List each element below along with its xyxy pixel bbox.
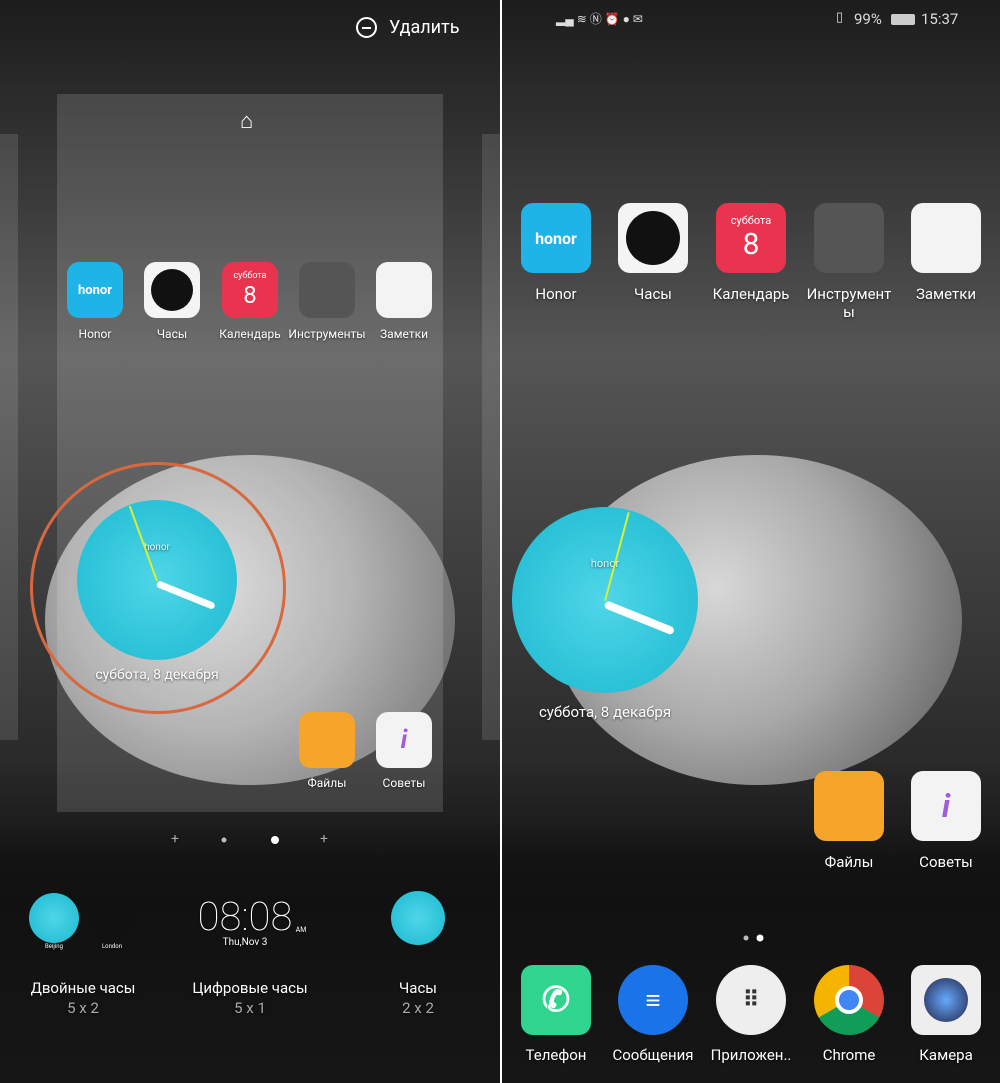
calendar-icon[interactable]: суббота 8 (716, 203, 786, 273)
add-page-icon[interactable]: + (320, 831, 328, 847)
calendar-icon[interactable]: суббота 8 (222, 262, 278, 318)
app-label: Honor (78, 327, 112, 341)
battery-percent: 99% (854, 10, 882, 28)
page-dot-active[interactable] (756, 934, 764, 942)
app-label: Заметки (379, 327, 429, 341)
page-dot-active[interactable] (271, 836, 279, 844)
app-label: Honor (535, 285, 577, 303)
app-label: Советы (919, 853, 973, 871)
clock-icon[interactable] (144, 262, 200, 318)
analog-clock-widget[interactable]: honor (77, 500, 237, 660)
signal-wifi-nfc-alarm-icons: ▂▄ ≋ Ⓝ ⏰ ● ✉ (556, 12, 643, 26)
app-label: Часы (156, 327, 188, 341)
app-label: Сообщения (612, 1046, 694, 1064)
tools-folder-icon[interactable] (814, 203, 884, 273)
date-label: суббота, 8 декабря (538, 703, 672, 721)
date-label: суббота, 8 декабря (95, 667, 219, 683)
page-dot[interactable] (221, 837, 227, 843)
next-page-preview[interactable] (482, 134, 500, 740)
chrome-icon[interactable] (814, 965, 884, 1035)
messages-icon[interactable]: ≡ (618, 965, 688, 1035)
app-label: Chrome (822, 1046, 876, 1064)
app-label: Инструмент ы (806, 285, 892, 321)
app-label: Камера (919, 1046, 973, 1064)
app-drawer-icon[interactable]: ⠿ (716, 965, 786, 1035)
app-label: Файлы (824, 853, 874, 871)
app-label: Заметки (915, 285, 977, 303)
clock-time: 15:37 (921, 10, 959, 28)
page-dot[interactable] (743, 935, 749, 941)
app-label: Инструменты (288, 327, 366, 341)
app-label: Календарь (219, 327, 281, 341)
home-screen: ▂▄ ≋ Ⓝ ⏰ ● ✉ ▯ 99% 15:37 honor суббота 8 … (502, 0, 1000, 1083)
battery-icon (891, 14, 915, 25)
phone-icon[interactable]: ✆ (521, 965, 591, 1035)
minus-circle-icon (356, 17, 377, 38)
home-icon[interactable]: ⌂ (240, 108, 253, 134)
app-label: Часы (634, 285, 672, 303)
vibrate-icon: ▯ (836, 10, 844, 25)
add-page-icon[interactable]: + (171, 831, 179, 847)
app-label: Телефон (525, 1046, 587, 1064)
camera-icon[interactable] (911, 965, 981, 1035)
honor-icon[interactable]: honor (521, 203, 591, 273)
tips-icon[interactable]: i (911, 771, 981, 841)
app-label: Приложен.. (710, 1046, 792, 1064)
tips-icon[interactable]: i (376, 712, 432, 768)
honor-icon[interactable]: honor (67, 262, 123, 318)
notes-icon[interactable] (376, 262, 432, 318)
clock-icon[interactable] (618, 203, 688, 273)
analog-clock-widget[interactable]: honor (512, 507, 698, 693)
files-icon[interactable] (299, 712, 355, 768)
app-label: Советы (382, 776, 426, 790)
widget-editor-screen: Удалить ⌂ honor суббота 8 Honor Часы Кале… (0, 0, 500, 1083)
tools-folder-icon[interactable] (299, 262, 355, 318)
prev-page-preview[interactable] (0, 134, 18, 740)
delete-label: Удалить (389, 17, 460, 38)
status-bar: ▂▄ ≋ Ⓝ ⏰ ● ✉ ▯ 99% 15:37 (502, 0, 1000, 38)
app-label: Файлы (307, 776, 347, 790)
road-wallpaper (0, 823, 500, 1083)
files-icon[interactable] (814, 771, 884, 841)
notes-icon[interactable] (911, 203, 981, 273)
app-label: Календарь (712, 285, 790, 303)
delete-button[interactable]: Удалить (356, 17, 459, 38)
